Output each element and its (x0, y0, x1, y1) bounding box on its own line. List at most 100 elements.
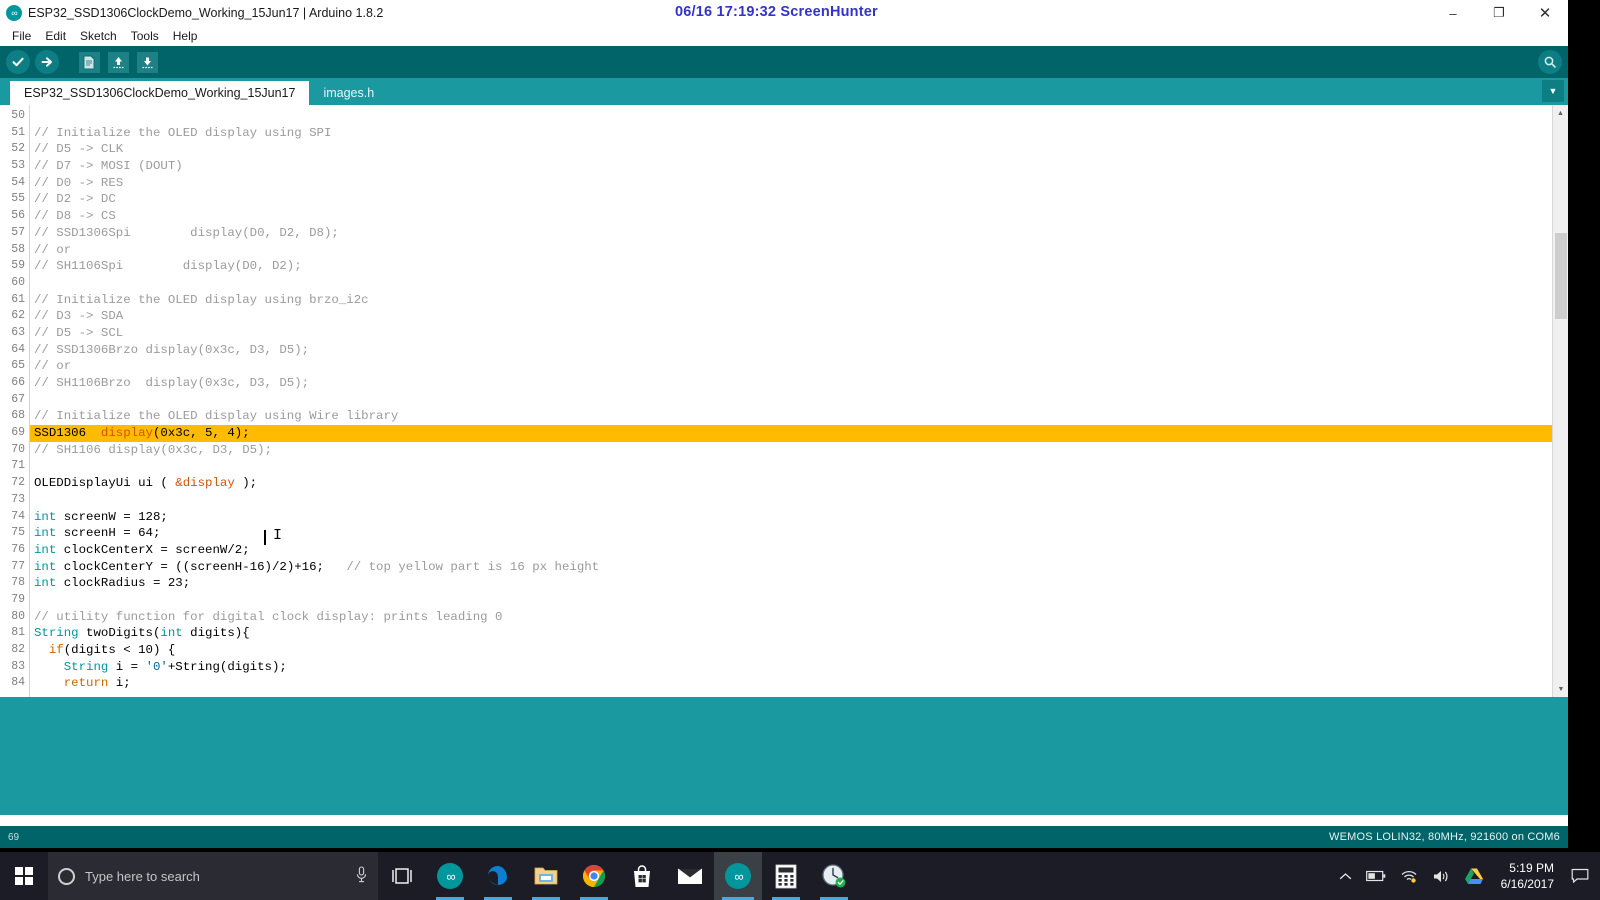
new-sketch-button[interactable] (76, 49, 102, 75)
menu-item-tools[interactable]: Tools (124, 27, 166, 45)
line-number: 53 (11, 159, 25, 173)
menu-item-file[interactable]: File (5, 27, 38, 45)
serial-monitor-button[interactable] (1538, 50, 1562, 74)
code-line[interactable]: // utility function for digital clock di… (30, 609, 1568, 626)
code-line[interactable]: int screenH = 64; (30, 525, 1568, 542)
line-number: 75 (11, 526, 25, 540)
code-line[interactable]: String i = '0'+String(digits); (30, 659, 1568, 676)
line-number: 76 (11, 542, 25, 556)
code-line[interactable]: // or (30, 242, 1568, 259)
code-token-func: display (100, 426, 153, 441)
code-line[interactable]: // D0 -> RES (30, 175, 1568, 192)
taskbar-arduino-active[interactable]: ∞ (714, 852, 762, 900)
taskbar-file-explorer[interactable] (522, 852, 570, 900)
tray-chevron-up-icon[interactable] (1332, 852, 1359, 900)
code-line[interactable]: // SH1106Spi display(D0, D2); (30, 258, 1568, 275)
code-line[interactable] (30, 458, 1568, 475)
menu-item-help[interactable]: Help (166, 27, 205, 45)
action-center-button[interactable] (1564, 852, 1596, 900)
wifi-icon[interactable] (1393, 852, 1425, 900)
code-line[interactable] (30, 392, 1568, 409)
code-line[interactable]: // D2 -> DC (30, 191, 1568, 208)
taskbar-screenhunter[interactable] (810, 852, 858, 900)
minimize-button[interactable]: – (1430, 0, 1476, 26)
code-line[interactable]: // D7 -> MOSI (DOUT) (30, 158, 1568, 175)
screenhunter-timestamp-overlay: 06/16 17:19:32 ScreenHunter (672, 4, 881, 20)
open-sketch-button[interactable] (105, 49, 131, 75)
editor-vertical-scrollbar[interactable]: ▲ ▼ (1552, 105, 1568, 697)
code-line[interactable]: // Initialize the OLED display using Wir… (30, 408, 1568, 425)
line-number: 84 (11, 676, 25, 690)
taskbar-chrome[interactable] (570, 852, 618, 900)
code-line[interactable]: if(digits < 10) { (30, 642, 1568, 659)
scroll-up-arrow[interactable]: ▲ (1553, 105, 1568, 121)
code-line[interactable] (30, 108, 1568, 125)
code-line[interactable]: // D5 -> CLK (30, 141, 1568, 158)
line-number: 50 (11, 109, 25, 122)
code-line[interactable]: // Initialize the OLED display using SPI (30, 125, 1568, 142)
code-token-comment: // Initialize the OLED display using SPI (34, 125, 332, 140)
search-input[interactable]: Type here to search (85, 869, 345, 884)
code-line[interactable]: int screenW = 128; (30, 509, 1568, 526)
code-line[interactable]: // SSD1306Spi display(D0, D2, D8); (30, 225, 1568, 242)
code-line[interactable] (30, 492, 1568, 509)
code-line[interactable] (30, 275, 1568, 292)
code-line[interactable]: // D5 -> SCL (30, 325, 1568, 342)
code-line[interactable] (30, 592, 1568, 609)
scroll-down-arrow[interactable]: ▼ (1553, 681, 1568, 697)
code-line[interactable]: OLEDDisplayUi ui ( &display ); (30, 475, 1568, 492)
windows-logo-icon (15, 867, 33, 885)
code-text-area[interactable]: // Initialize the OLED display using SPI… (30, 105, 1568, 697)
verify-button[interactable] (5, 49, 31, 75)
menu-bar: File Edit Sketch Tools Help (0, 26, 1568, 46)
taskbar-edge[interactable] (474, 852, 522, 900)
search-box[interactable]: Type here to search (48, 852, 378, 900)
tab-images-h[interactable]: images.h (309, 81, 388, 105)
save-sketch-button[interactable] (134, 49, 160, 75)
code-line[interactable]: int clockCenterY = ((screenH-16)/2)+16; … (30, 559, 1568, 576)
code-line[interactable]: // D8 -> CS (30, 208, 1568, 225)
clock[interactable]: 5:19 PM 6/16/2017 (1491, 852, 1564, 900)
store-icon (634, 864, 650, 887)
taskbar-store[interactable] (618, 852, 666, 900)
taskbar-app-icons: ∞ ∞ (378, 852, 858, 900)
battery-icon[interactable] (1359, 852, 1393, 900)
upload-button[interactable] (34, 49, 60, 75)
code-line[interactable]: int clockCenterX = screenW/2; (30, 542, 1568, 559)
line-number: 52 (11, 142, 25, 156)
close-button[interactable]: ✕ (1522, 0, 1568, 26)
line-number-gutter: 50 51 52 53 54 55 56 57 58 59 60 61 62 63 64 65 66 67 68 69… (0, 105, 30, 697)
code-line[interactable]: String twoDigits(int digits){ (30, 625, 1568, 642)
taskbar-arduino-1[interactable]: ∞ (426, 852, 474, 900)
code-token-comment: // Initialize the OLED display using Wir… (34, 409, 399, 424)
taskbar-mail[interactable] (666, 852, 714, 900)
microphone-icon[interactable] (355, 865, 368, 887)
code-line[interactable]: return i; (30, 675, 1568, 692)
code-token-plain: +String(digits); (167, 659, 287, 674)
arduino-icon: ∞ (725, 863, 751, 889)
taskbar-calculator[interactable] (762, 852, 810, 900)
speaker-icon[interactable] (1425, 852, 1457, 900)
maximize-button[interactable]: ❐ (1476, 0, 1522, 26)
google-drive-icon[interactable] (1457, 852, 1491, 900)
code-line[interactable]: // D3 -> SDA (30, 308, 1568, 325)
tab-sketch-main[interactable]: ESP32_SSD1306ClockDemo_Working_15Jun17 (10, 81, 310, 105)
code-line[interactable]: // SSD1306Brzo display(0x3c, D3, D5); (30, 342, 1568, 359)
code-line[interactable]: int clockRadius = 23; (30, 575, 1568, 592)
window-title: ESP32_SSD1306ClockDemo_Working_15Jun17 |… (28, 6, 384, 20)
code-token-plain: i; (108, 676, 131, 691)
task-view-button[interactable] (378, 852, 426, 900)
code-token-plain: (0x3c, 5, 4); (152, 426, 250, 441)
menu-item-sketch[interactable]: Sketch (73, 27, 124, 45)
code-line[interactable]: // Initialize the OLED display using brz… (30, 292, 1568, 309)
start-button[interactable] (0, 852, 48, 900)
code-line[interactable]: // or (30, 358, 1568, 375)
code-line[interactable]: // SH1106Brzo display(0x3c, D3, D5); (30, 375, 1568, 392)
line-number: 60 (11, 275, 25, 289)
scrollbar-thumb[interactable] (1555, 233, 1567, 319)
menu-item-edit[interactable]: Edit (38, 27, 73, 45)
code-line[interactable]: // SH1106 display(0x3c, D3, D5); (30, 442, 1568, 459)
tab-menu-button[interactable]: ▼ (1542, 80, 1564, 102)
code-line[interactable]: SSD1306 display(0x3c, 5, 4); (30, 425, 1568, 442)
